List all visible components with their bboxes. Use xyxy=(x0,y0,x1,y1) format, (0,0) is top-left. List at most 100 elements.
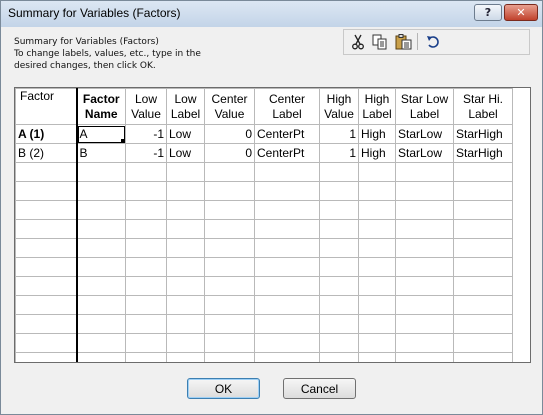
ok-button[interactable]: OK xyxy=(187,378,260,399)
column-header[interactable]: Factor Name xyxy=(76,88,126,125)
center-label-cell[interactable]: CenterPt xyxy=(254,143,320,163)
empty-cell xyxy=(204,314,255,334)
column-header[interactable]: Center Value xyxy=(204,88,255,125)
star-hi-label-cell[interactable]: StarHigh xyxy=(453,143,513,163)
empty-cell xyxy=(166,238,205,258)
empty-row xyxy=(15,352,513,362)
undo-icon[interactable] xyxy=(424,33,442,50)
empty-cell xyxy=(76,295,126,315)
empty-cell xyxy=(125,352,167,362)
empty-cell xyxy=(319,257,359,277)
center-label-cell[interactable]: CenterPt xyxy=(254,124,320,144)
empty-cell xyxy=(395,333,454,353)
empty-cell xyxy=(15,314,78,334)
row-header[interactable]: A (1) xyxy=(15,124,78,144)
empty-cell xyxy=(125,295,167,315)
column-header[interactable]: High Value xyxy=(319,88,359,125)
low-value-cell[interactable]: -1 xyxy=(125,143,167,163)
empty-row xyxy=(15,200,513,220)
empty-cell xyxy=(254,257,320,277)
empty-cell xyxy=(166,352,205,362)
empty-cell xyxy=(453,276,513,296)
empty-cell xyxy=(166,333,205,353)
edit-toolbar xyxy=(343,29,530,55)
empty-cell xyxy=(204,276,255,296)
empty-cell xyxy=(358,276,396,296)
factors-grid[interactable]: Factor Factor Name Low Value Low Label Cent… xyxy=(14,87,531,363)
empty-cell xyxy=(358,219,396,239)
column-header[interactable]: Star Low Label xyxy=(395,88,454,125)
empty-cell xyxy=(166,257,205,277)
factor-name-cell[interactable]: B xyxy=(76,143,126,163)
empty-cell xyxy=(358,352,396,362)
instructions-text: Summary for Variables (Factors) To chang… xyxy=(14,36,244,72)
column-header[interactable]: High Label xyxy=(358,88,396,125)
empty-cell xyxy=(254,238,320,258)
star-low-label-cell[interactable]: StarLow xyxy=(395,143,454,163)
empty-cell xyxy=(76,257,126,277)
empty-cell xyxy=(453,200,513,220)
empty-cell xyxy=(453,219,513,239)
empty-cell xyxy=(76,181,126,201)
column-header[interactable]: Low Value xyxy=(125,88,167,125)
row-header[interactable]: B (2) xyxy=(15,143,78,163)
empty-cell xyxy=(204,333,255,353)
empty-cell xyxy=(319,314,359,334)
high-label-cell[interactable]: High xyxy=(358,124,396,144)
empty-row xyxy=(15,257,513,277)
help-button[interactable]: ? xyxy=(474,4,502,21)
center-value-cell[interactable]: 0 xyxy=(204,124,255,144)
title-bar[interactable]: Summary for Variables (Factors) ? ✕ xyxy=(1,1,542,27)
low-label-cell[interactable]: Low xyxy=(166,124,205,144)
center-value-cell[interactable]: 0 xyxy=(204,143,255,163)
empty-cell xyxy=(204,181,255,201)
column-header[interactable]: Center Label xyxy=(254,88,320,125)
cancel-button[interactable]: Cancel xyxy=(283,378,356,399)
empty-cell xyxy=(453,181,513,201)
empty-row xyxy=(15,314,513,334)
empty-cell xyxy=(395,295,454,315)
empty-cell xyxy=(15,200,78,220)
empty-row xyxy=(15,295,513,315)
empty-cell xyxy=(125,314,167,334)
empty-row xyxy=(15,181,513,201)
empty-cell xyxy=(319,200,359,220)
empty-cell xyxy=(453,314,513,334)
empty-cell xyxy=(358,257,396,277)
cut-icon[interactable] xyxy=(349,33,367,50)
empty-cell xyxy=(76,200,126,220)
empty-cell xyxy=(204,238,255,258)
empty-cell xyxy=(166,295,205,315)
empty-cell xyxy=(319,219,359,239)
empty-cell xyxy=(15,295,78,315)
empty-cell xyxy=(358,295,396,315)
empty-cell xyxy=(125,257,167,277)
copy-icon[interactable] xyxy=(371,33,389,50)
column-header[interactable]: Star Hi. Label xyxy=(453,88,513,125)
empty-cell xyxy=(254,200,320,220)
low-value-cell[interactable]: -1 xyxy=(125,124,167,144)
empty-cell xyxy=(166,200,205,220)
empty-cell xyxy=(453,295,513,315)
empty-row xyxy=(15,238,513,258)
high-value-cell[interactable]: 1 xyxy=(319,143,359,163)
high-value-cell[interactable]: 1 xyxy=(319,124,359,144)
empty-cell xyxy=(76,219,126,239)
empty-row xyxy=(15,276,513,296)
empty-cell xyxy=(125,181,167,201)
low-label-cell[interactable]: Low xyxy=(166,143,205,163)
star-hi-label-cell[interactable]: StarHigh xyxy=(453,124,513,144)
close-button[interactable]: ✕ xyxy=(504,4,538,21)
empty-cell xyxy=(319,352,359,362)
paste-icon[interactable] xyxy=(394,33,412,50)
empty-cell xyxy=(15,162,78,182)
empty-cell xyxy=(254,162,320,182)
empty-cell xyxy=(76,238,126,258)
factor-name-cell[interactable]: A xyxy=(76,124,126,144)
star-low-label-cell[interactable]: StarLow xyxy=(395,124,454,144)
column-header[interactable]: Low Label xyxy=(166,88,205,125)
empty-cell xyxy=(453,238,513,258)
window-title: Summary for Variables (Factors) xyxy=(8,6,181,20)
high-label-cell[interactable]: High xyxy=(358,143,396,163)
empty-cell xyxy=(204,257,255,277)
